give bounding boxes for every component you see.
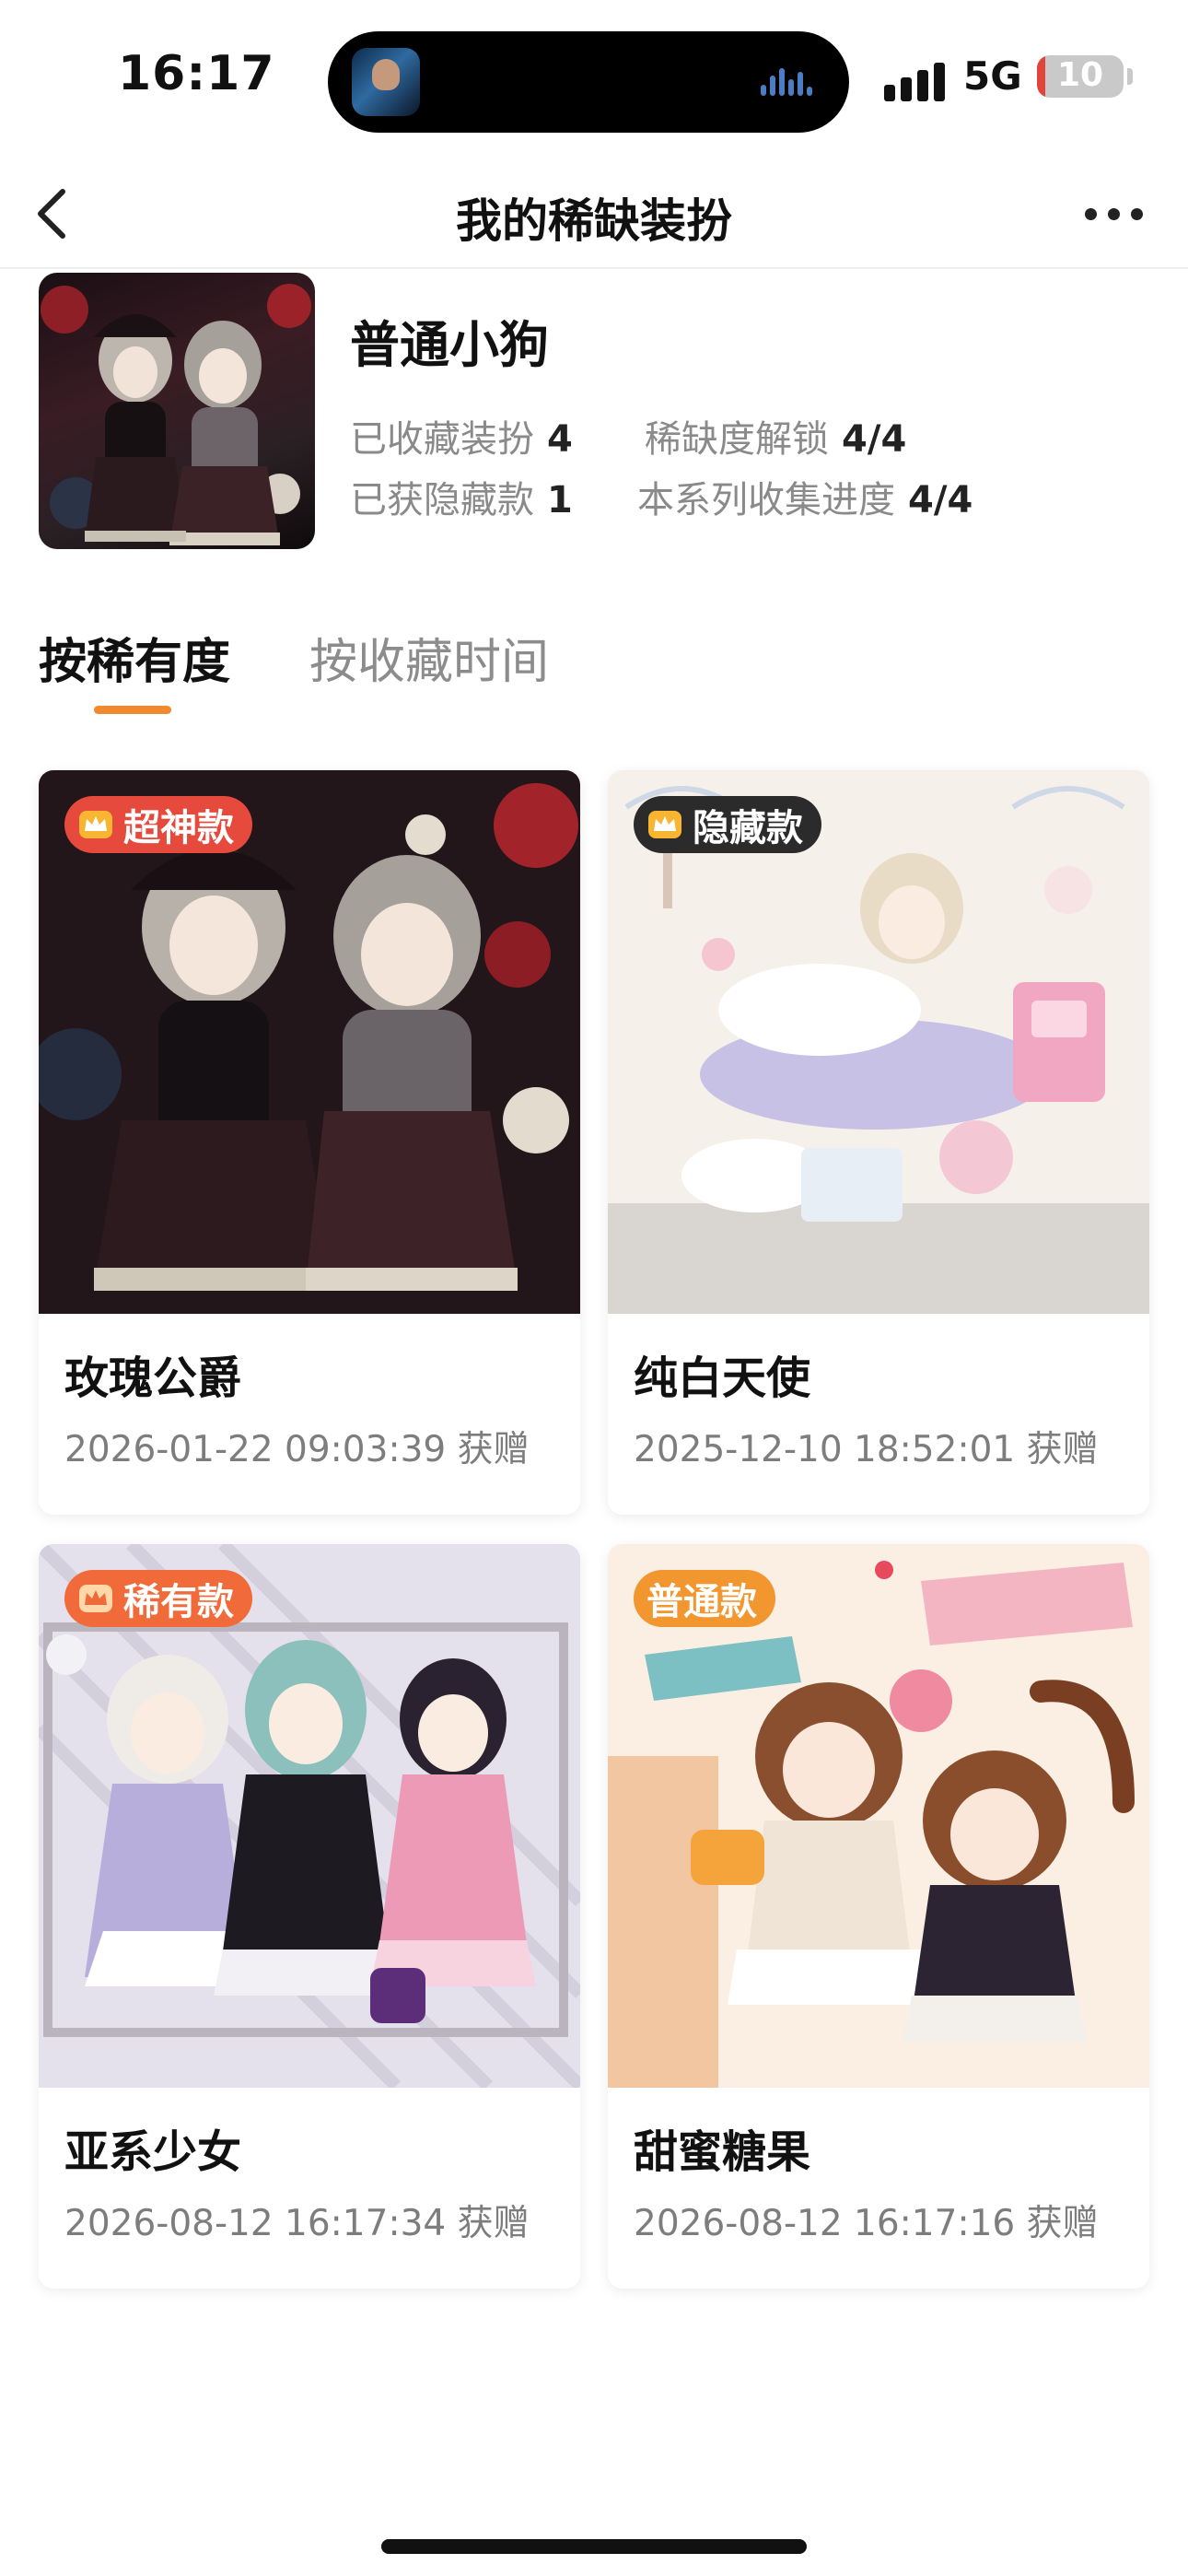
status-bar: 16:17 5G 10 [0,0,1188,157]
stat-collected-value: 4 [547,418,573,461]
audio-wave-icon [761,68,818,96]
now-playing-artwork [352,48,420,116]
series-name: 普通小狗 [350,316,549,374]
rarity-badge-label: 稀有款 [123,1581,234,1623]
outfit-received-time: 2026-01-22 09:03:39 获赠 [64,1429,530,1470]
page-title: 我的稀缺装扮 [456,194,732,248]
stat-hidden: 已获隐藏款 1 [350,470,573,523]
rarity-badge-label: 普通款 [646,1581,757,1623]
outfit-name: 亚系少女 [64,2126,242,2178]
rare-outfits-page: 16:17 5G 10 我的稀缺装扮 普通小狗 已收藏装扮 4 稀缺度解锁 4/… [0,0,1188,2576]
more-dots-icon [1085,208,1097,220]
rarity-badge: 稀有款 [64,1570,252,1627]
rarity-badge: 普通款 [634,1570,775,1627]
outfit-name: 玫瑰公爵 [64,1352,242,1404]
rarity-badge-label: 超神款 [123,807,234,849]
rarity-badge: 超神款 [64,796,252,853]
status-time: 16:17 [118,46,275,101]
rarity-badge-label: 隐藏款 [693,807,803,849]
crown-icon [79,1585,112,1612]
outfit-name: 纯白天使 [634,1352,811,1404]
stat-progress-value: 4/4 [908,479,973,521]
stat-collected-label: 已收藏装扮 [350,418,534,461]
outfit-received-time: 2025-12-10 18:52:01 获赠 [634,1429,1099,1470]
tab-sort-by-rarity[interactable]: 按稀有度 [39,623,230,692]
stat-unlock: 稀缺度解锁 4/4 [645,409,906,463]
stat-progress: 本系列收集进度 4/4 [637,470,973,523]
crown-icon [648,811,681,838]
rarity-badge: 隐藏款 [634,796,821,853]
stat-collected: 已收藏装扮 4 [350,409,573,463]
crown-icon [79,811,112,838]
more-button[interactable] [1077,190,1151,236]
home-indicator[interactable] [381,2539,807,2554]
network-type: 5G [963,53,1022,99]
outfit-name: 甜蜜糖果 [634,2126,811,2178]
series-cover-image[interactable] [39,273,315,549]
stat-hidden-value: 1 [547,479,573,521]
outfit-card[interactable]: 稀有款 亚系少女 2026-08-12 16:17:34 获赠 [39,1544,580,2289]
outfit-card[interactable]: 普通款 甜蜜糖果 2026-08-12 16:17:16 获赠 [608,1544,1149,2289]
tab-sort-by-time[interactable]: 按收藏时间 [309,623,549,692]
stat-unlock-value: 4/4 [842,418,907,461]
outfit-received-time: 2026-08-12 16:17:16 获赠 [634,2203,1099,2244]
outfit-received-time: 2026-08-12 16:17:34 获赠 [64,2203,530,2244]
stat-hidden-label: 已获隐藏款 [350,479,534,521]
outfit-card[interactable]: 隐藏款 纯白天使 2025-12-10 18:52:01 获赠 [608,770,1149,1515]
battery-cap [1127,68,1133,85]
dynamic-island[interactable] [328,31,849,133]
cellular-signal-icon [884,61,949,101]
battery-icon: 10 [1037,55,1124,98]
stat-unlock-label: 稀缺度解锁 [645,418,829,461]
battery-percent: 10 [1056,56,1104,94]
stat-progress-label: 本系列收集进度 [637,479,895,521]
nav-bar: 我的稀缺装扮 [0,157,1188,269]
active-tab-indicator [94,706,171,714]
outfit-card[interactable]: 超神款 玫瑰公爵 2026-01-22 09:03:39 获赠 [39,770,580,1515]
